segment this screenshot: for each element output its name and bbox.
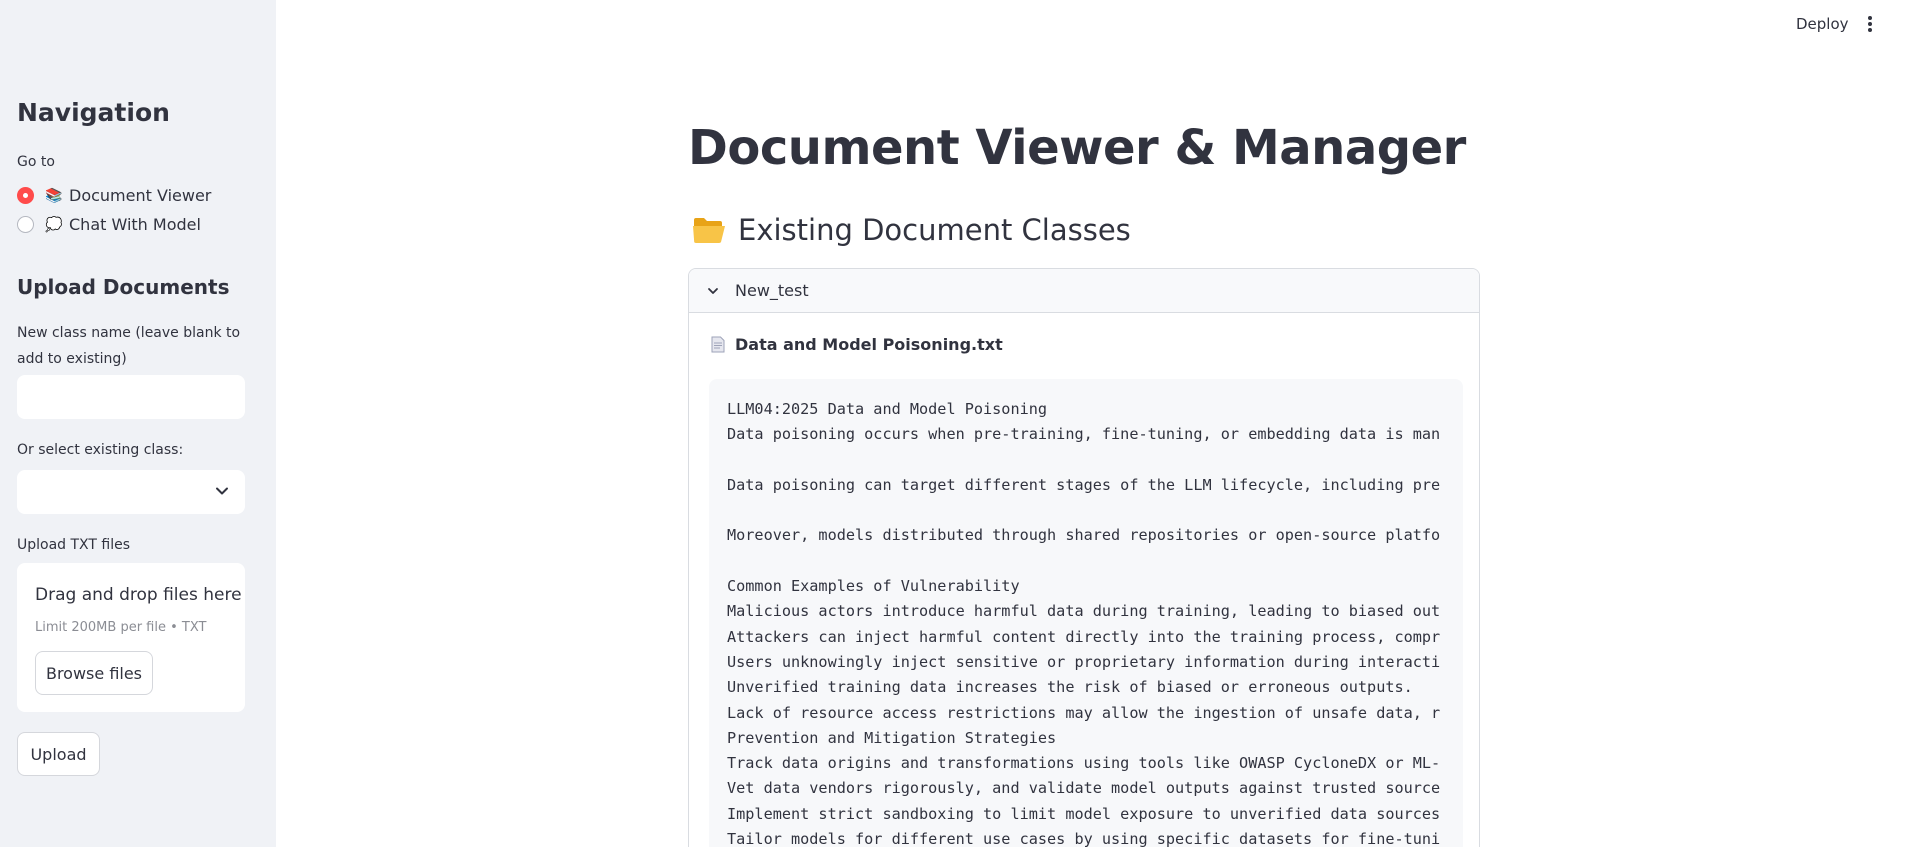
dropzone-limit: Limit 200MB per file • TXT <box>35 620 207 635</box>
chevron-down-icon <box>708 287 718 294</box>
dropzone-title: Drag and drop files here <box>35 585 242 605</box>
new-class-input[interactable] <box>17 375 245 419</box>
content-line: Malicious actors introduce harmful data … <box>727 602 1441 621</box>
books-icon: 📚 <box>45 187 63 204</box>
goto-label: Go to <box>17 154 55 170</box>
radio-unselected-icon[interactable] <box>17 216 34 233</box>
radio-label-chat-with-model: Chat With Model <box>69 215 201 234</box>
section-title: Existing Document Classes <box>692 213 1131 247</box>
radio-option-document-viewer[interactable]: 📚 Document Viewer <box>17 186 211 205</box>
deploy-button[interactable]: Deploy <box>1796 15 1849 33</box>
content-line: Tailor models for different use cases by… <box>727 830 1441 847</box>
content-line: Prevention and Mitigation Strategies <box>727 728 1057 747</box>
upload-txt-label: Upload TXT files <box>17 537 131 553</box>
navigation-title: Navigation <box>17 98 170 127</box>
content-line: Common Examples of Vulnerability <box>727 577 1020 596</box>
content-line: Implement strict sandboxing to limit mod… <box>727 804 1441 823</box>
file-dropzone[interactable]: Drag and drop files here Limit 200MB per… <box>17 563 245 712</box>
document-icon <box>711 336 725 353</box>
content-line: Vet data vendors rigorously, and validat… <box>727 779 1441 798</box>
existing-class-select[interactable] <box>17 470 245 514</box>
radio-selected-icon[interactable] <box>17 187 34 204</box>
open-folder-icon <box>693 218 725 243</box>
section-title-text: Existing Document Classes <box>738 213 1131 247</box>
document-content: LLM04:2025 Data and Model Poisoning Data… <box>709 379 1463 847</box>
content-line <box>727 448 1463 473</box>
sidebar: Navigation Go to 📚 Document Viewer 💭 Cha… <box>0 0 276 847</box>
content-line: Unverified training data increases the r… <box>727 678 1413 697</box>
content-line <box>727 549 1463 574</box>
browse-files-button[interactable]: Browse files <box>35 651 153 695</box>
expander-label: New_test <box>735 281 809 300</box>
more-options-icon[interactable] <box>1867 16 1873 32</box>
upload-documents-title: Upload Documents <box>17 275 230 299</box>
content-line: Data poisoning can target different stag… <box>727 475 1441 494</box>
content-line: Attackers can inject harmful content dir… <box>727 627 1441 646</box>
document-class-expander: New_test Data and Model Poisoning.txt LL… <box>688 268 1480 847</box>
file-name-row: Data and Model Poisoning.txt <box>711 335 1003 354</box>
content-line: Users unknowingly inject sensitive or pr… <box>727 652 1441 671</box>
upload-button[interactable]: Upload <box>17 732 100 776</box>
file-name: Data and Model Poisoning.txt <box>735 335 1003 354</box>
speech-bubble-icon: 💭 <box>45 216 63 233</box>
content-line: Data poisoning occurs when pre-training,… <box>727 425 1441 444</box>
radio-option-chat-with-model[interactable]: 💭 Chat With Model <box>17 215 201 234</box>
new-class-label: New class name (leave blank to add to ex… <box>17 325 241 367</box>
content-line: Lack of resource access restrictions may… <box>727 703 1441 722</box>
page-title: Document Viewer & Manager <box>688 120 1466 176</box>
radio-label-document-viewer: Document Viewer <box>69 186 212 205</box>
expander-header[interactable]: New_test <box>689 269 1479 313</box>
chevron-down-icon <box>216 487 228 495</box>
content-line: Moreover, models distributed through sha… <box>727 526 1441 545</box>
content-line: Track data origins and transformations u… <box>727 754 1441 773</box>
content-line <box>727 498 1463 523</box>
select-class-label: Or select existing class: <box>17 442 184 458</box>
content-line: LLM04:2025 Data and Model Poisoning <box>727 400 1048 418</box>
